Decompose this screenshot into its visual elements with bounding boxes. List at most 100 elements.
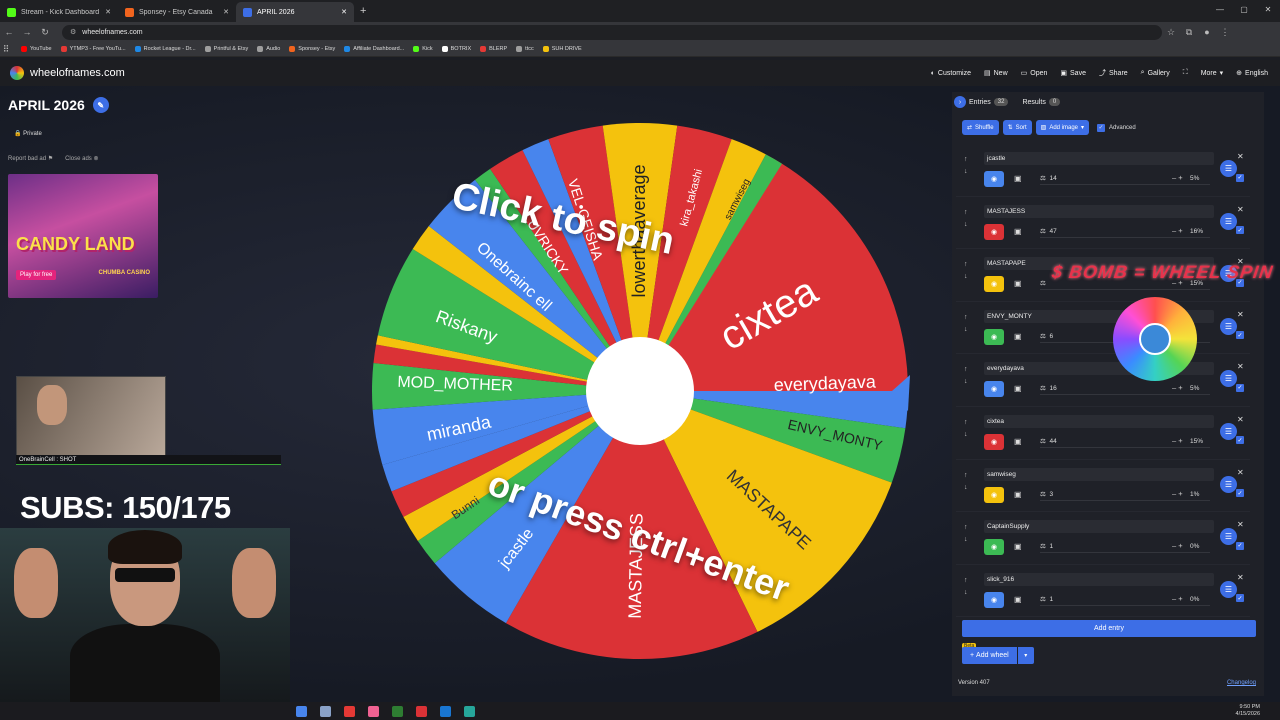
site-info-icon[interactable]: ⚙ (70, 28, 76, 36)
reorder-arrows-icon[interactable]: ↑ ↓ (964, 364, 968, 388)
entry-enabled-checkbox[interactable]: ✓ (1236, 376, 1244, 394)
entry-options-icon[interactable]: ☰ (1220, 160, 1237, 177)
maximize-icon[interactable]: ▢ (1232, 0, 1256, 20)
entry-enabled-checkbox[interactable]: ✓ (1236, 534, 1244, 552)
bookmark[interactable]: BLERP (480, 46, 507, 52)
bookmark-folder[interactable]: Sponsey - Etsy (289, 46, 335, 52)
entry-image-icon[interactable]: ▣ (1014, 595, 1022, 604)
reorder-arrows-icon[interactable]: ↑ ↓ (964, 417, 968, 441)
bookmark[interactable]: BOTRIX (441, 46, 471, 52)
bookmark-star-icon[interactable]: ☆ (1162, 27, 1180, 38)
entry-options-icon[interactable]: ☰ (1220, 422, 1237, 440)
profile-icon[interactable]: ● (1198, 27, 1216, 37)
browser-menu-icon[interactable]: ⋮ (1216, 27, 1234, 38)
entry-color-button[interactable]: ◉ (984, 328, 1004, 345)
taskbar-app-icon[interactable] (320, 705, 331, 717)
entry-weight-field[interactable]: ⚖ 44 (1040, 437, 1057, 445)
menu-open[interactable]: ▭ Open (1021, 69, 1048, 78)
system-clock[interactable]: 9:50 PM 4/15/2026 (1236, 704, 1260, 718)
weight-stepper[interactable]: – + (1172, 489, 1183, 498)
reorder-arrows-icon[interactable]: ↑ ↓ (964, 312, 968, 336)
entry-image-icon[interactable]: ▣ (1014, 227, 1022, 236)
advanced-toggle[interactable]: ✓ Advanced (1097, 123, 1136, 132)
ad-play-button[interactable]: Play for free (16, 270, 57, 280)
menu-save[interactable]: ▣ Save (1060, 69, 1086, 78)
edit-title-icon[interactable]: ✎ (92, 97, 109, 113)
entry-enabled-checkbox[interactable]: ✓ (1236, 429, 1244, 447)
entry-weight-field[interactable]: ⚖ (1040, 279, 1049, 287)
delete-entry-icon[interactable]: ✕ (1237, 362, 1244, 371)
window-close-icon[interactable]: ✕ (1256, 0, 1280, 20)
entry-enabled-checkbox[interactable]: ✓ (1236, 219, 1244, 237)
entry-image-icon[interactable]: ▣ (1014, 437, 1022, 446)
reorder-arrows-icon[interactable]: ↑ ↓ (964, 259, 968, 283)
entry-image-icon[interactable]: ▣ (1014, 384, 1022, 393)
entry-name-field[interactable]: cixtea (984, 414, 1214, 428)
taskbar-app-icon[interactable] (296, 705, 307, 717)
delete-entry-icon[interactable]: ✕ (1237, 415, 1244, 424)
close-icon[interactable]: ✕ (223, 8, 229, 16)
reload-icon[interactable]: ↻ (36, 27, 54, 38)
wheel-center-hub[interactable] (586, 337, 694, 445)
menu-more[interactable]: More ▾ (1201, 69, 1223, 78)
chevron-right-icon[interactable]: › (954, 96, 966, 108)
extensions-icon[interactable]: ⧉ (1180, 27, 1198, 38)
close-ads-link[interactable]: Close ads ⊗ (65, 155, 98, 162)
add-wheel-main[interactable]: + Add wheel (962, 647, 1017, 664)
entry-enabled-checkbox[interactable]: ✓ (1236, 482, 1244, 500)
entry-image-icon[interactable]: ▣ (1014, 490, 1022, 499)
weight-stepper[interactable]: – + (1172, 541, 1183, 550)
taskbar-app-icon[interactable] (344, 705, 355, 717)
tab-entries[interactable]: › Entries 32 (954, 96, 1009, 108)
changelog-link[interactable]: Changelog (1227, 680, 1256, 686)
entry-color-button[interactable]: ◉ (984, 276, 1004, 293)
reorder-arrows-icon[interactable]: ↑ ↓ (964, 154, 968, 178)
reorder-arrows-icon[interactable]: ↑ ↓ (964, 522, 968, 546)
weight-stepper[interactable]: – + (1172, 594, 1183, 603)
entry-color-button[interactable]: ◉ (984, 539, 1004, 556)
entry-image-icon[interactable]: ▣ (1014, 174, 1022, 183)
entry-weight-field[interactable]: ⚖ 6 (1040, 332, 1053, 340)
advertisement[interactable]: CANDY LAND Play for free CHUMBA CASINO (8, 174, 158, 298)
entry-name-field[interactable]: MASTAJESS (984, 204, 1214, 218)
entry-enabled-checkbox[interactable]: ✓ (1236, 587, 1244, 605)
weight-stepper[interactable]: – + (1172, 226, 1183, 235)
tab-results[interactable]: Results 0 (1022, 98, 1061, 106)
reorder-arrows-icon[interactable]: ↑ ↓ (964, 575, 968, 599)
entry-image-icon[interactable]: ▣ (1014, 332, 1022, 341)
checkbox-checked-icon[interactable]: ✓ (1097, 123, 1106, 132)
tab-etsy[interactable]: Sponsey - Etsy Canada ✕ (118, 2, 236, 22)
close-icon[interactable]: ✕ (341, 8, 347, 16)
taskbar-app-icon[interactable] (464, 705, 475, 717)
entry-weight-field[interactable]: ⚖ 16 (1040, 384, 1057, 392)
entry-weight-field[interactable]: ⚖ 1 (1040, 542, 1053, 550)
tab-kick-dashboard[interactable]: Stream - Kick Dashboard ✕ (0, 2, 118, 22)
new-tab-icon[interactable]: + (360, 5, 366, 17)
delete-entry-icon[interactable]: ✕ (1237, 152, 1244, 161)
menu-share[interactable]: ⤴ Share (1099, 68, 1128, 78)
menu-new[interactable]: ▤ New (984, 69, 1008, 78)
bookmark[interactable]: Kick (413, 46, 433, 52)
entry-image-icon[interactable]: ▣ (1014, 279, 1022, 288)
entry-options-icon[interactable]: ☰ (1220, 475, 1237, 493)
entry-color-button[interactable]: ◉ (984, 223, 1004, 240)
add-wheel-button[interactable]: + Add wheel ▾ (962, 647, 1034, 664)
entry-color-button[interactable]: ◉ (984, 433, 1004, 450)
weight-stepper[interactable]: – + (1172, 383, 1183, 392)
entry-image-icon[interactable]: ▣ (1014, 542, 1022, 551)
bookmark[interactable]: YouTube (21, 46, 52, 52)
forward-icon[interactable]: → (18, 27, 36, 37)
site-logo[interactable]: wheelofnames.com (10, 66, 125, 80)
chevron-down-icon[interactable]: ▾ (1017, 647, 1034, 664)
reorder-arrows-icon[interactable]: ↑ ↓ (964, 207, 968, 231)
menu-gallery[interactable]: ⌕ Gallery (1141, 69, 1170, 77)
menu-fullscreen[interactable]: ⛶ (1183, 69, 1188, 77)
delete-entry-icon[interactable]: ✕ (1237, 573, 1244, 582)
entry-name-field[interactable]: slick_916 (984, 572, 1214, 586)
add-entry-button[interactable]: Add entry (962, 620, 1256, 637)
report-ad-link[interactable]: Report bad ad ⚑ (8, 155, 53, 162)
entry-options-icon[interactable]: ☰ (1220, 212, 1237, 230)
entry-options-icon[interactable]: ☰ (1220, 580, 1237, 598)
delete-entry-icon[interactable]: ✕ (1237, 205, 1244, 214)
bookmark[interactable]: Affiliate Dashboard... (344, 46, 404, 52)
